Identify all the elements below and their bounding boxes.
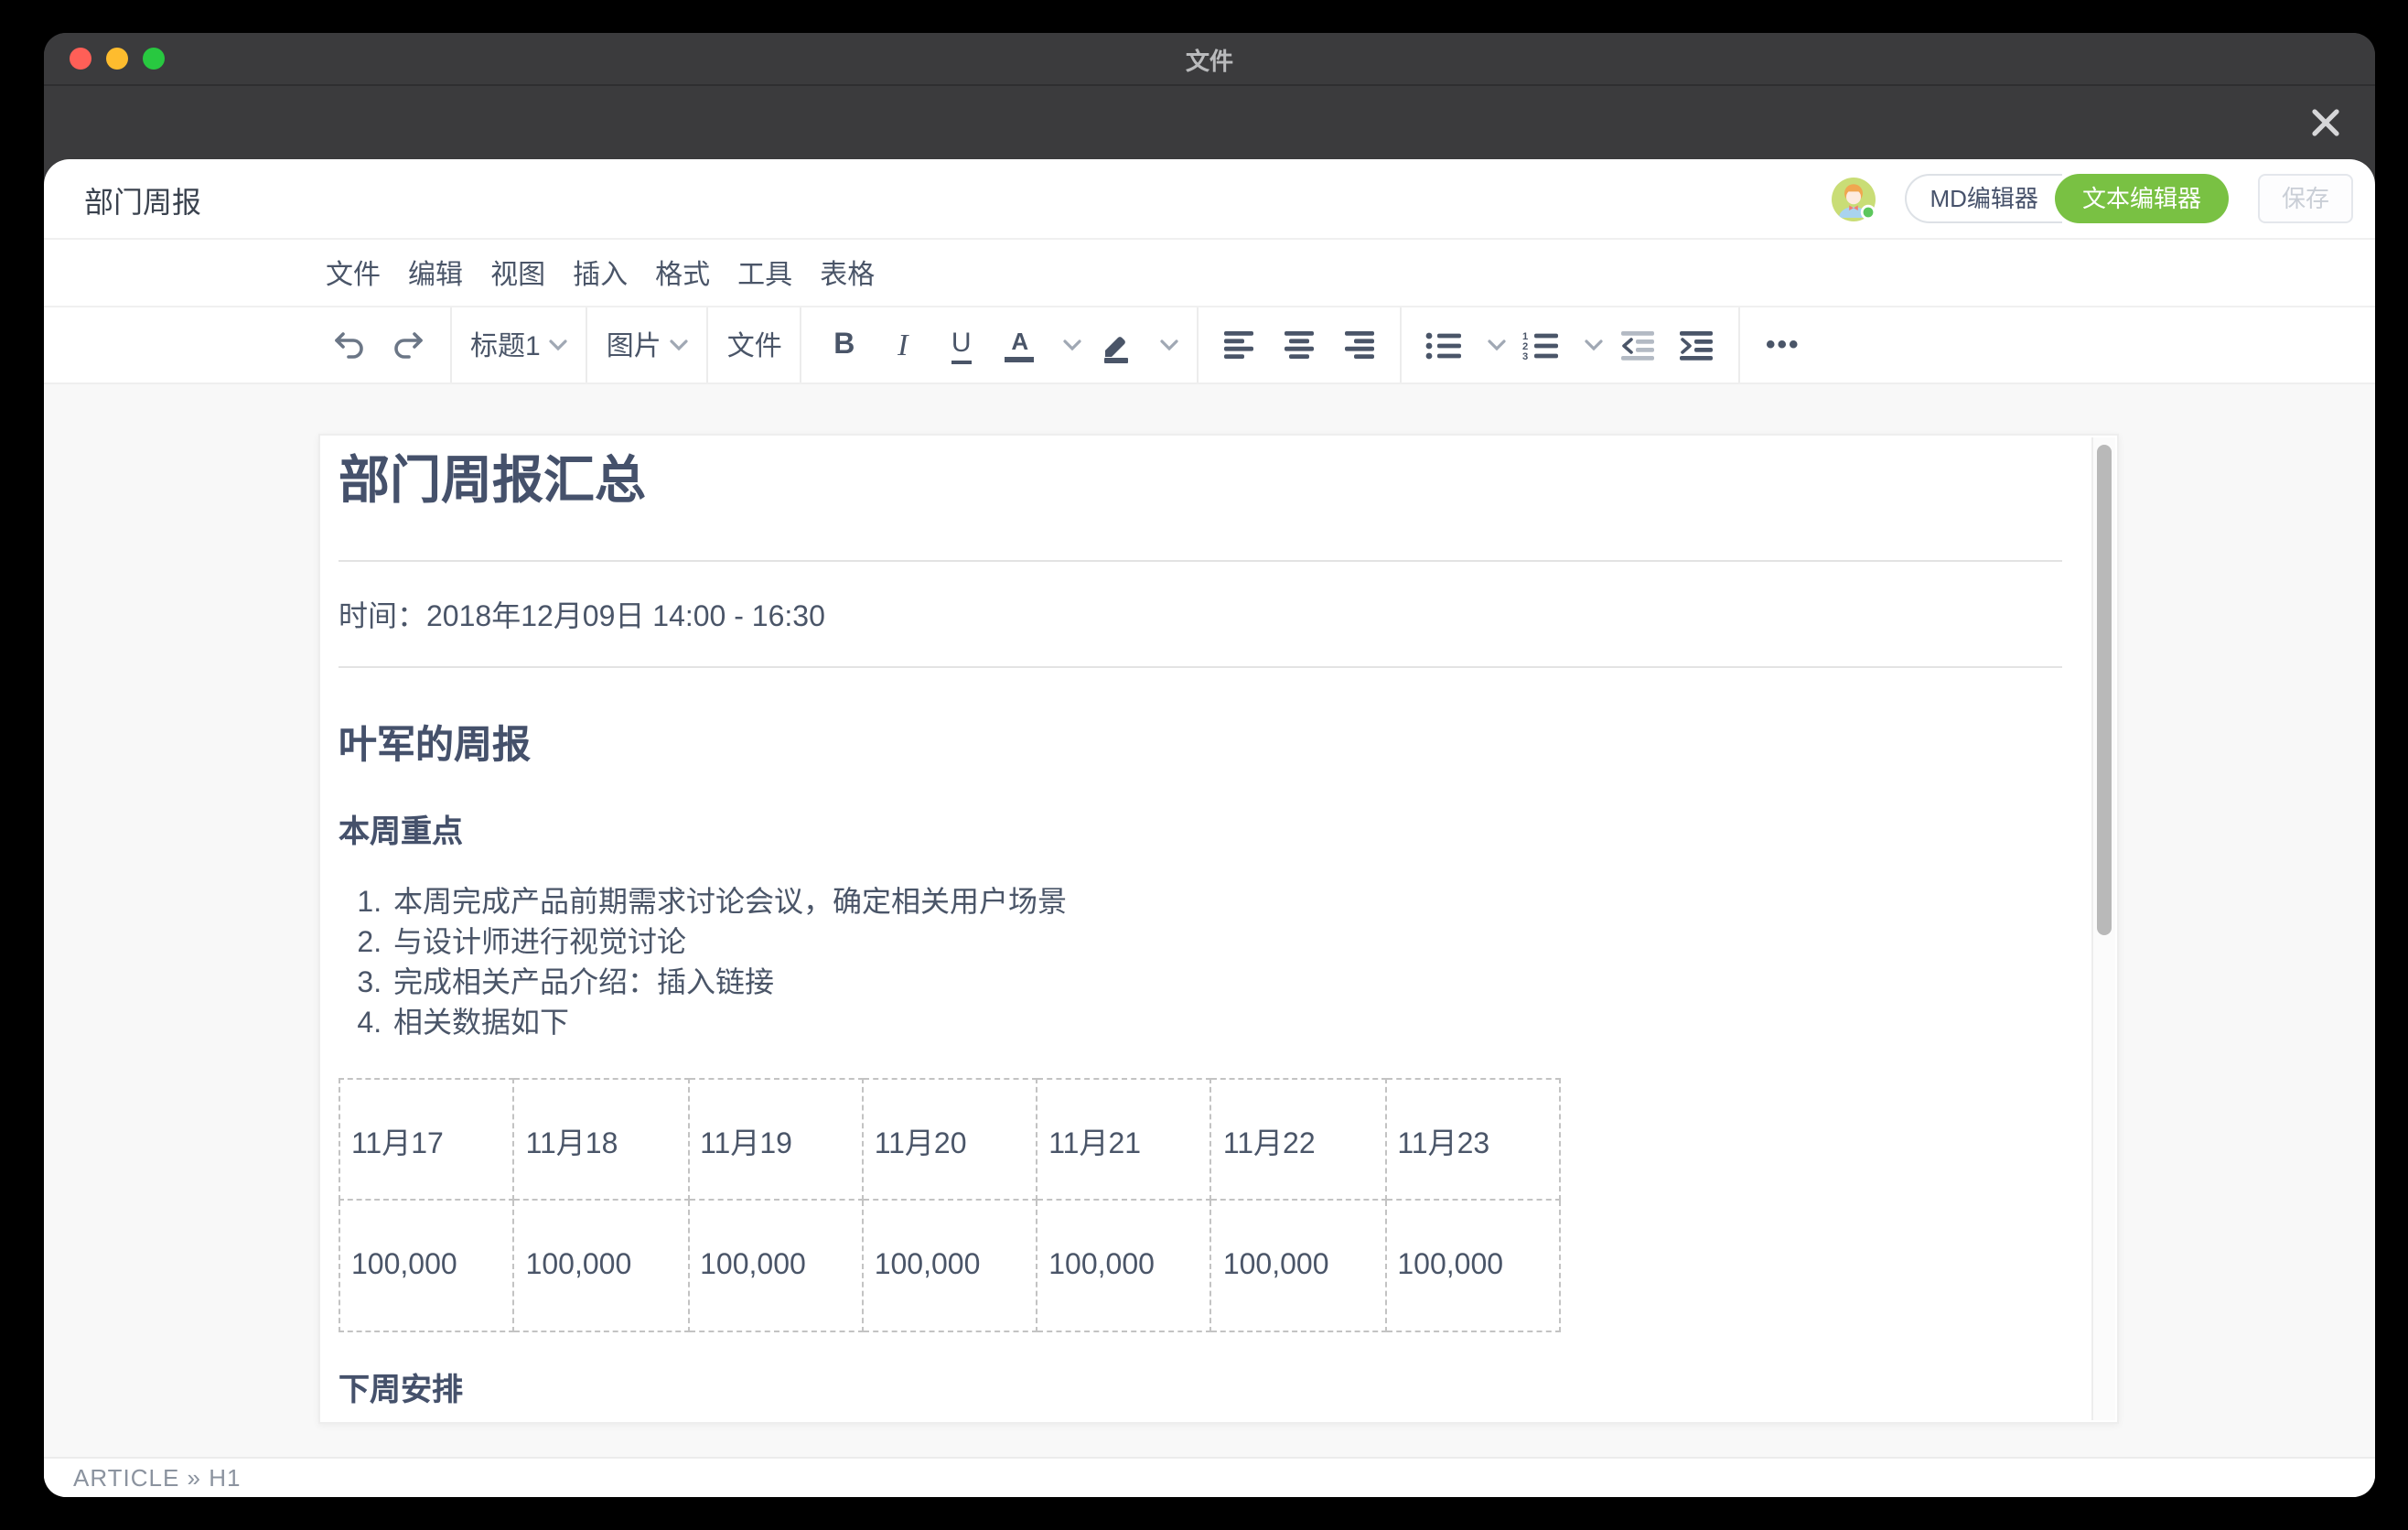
menu-file[interactable]: 文件 [326, 253, 381, 292]
table-cell[interactable]: 100,000 [1037, 1200, 1211, 1331]
scrollbar-thumb[interactable] [2097, 445, 2112, 935]
table-row: 100,000 100,000 100,000 100,000 100,000 … [339, 1200, 1560, 1331]
more-options-button[interactable]: ••• [1759, 318, 1807, 372]
editor-panel: 部门周报 [44, 159, 2375, 1497]
table-cell[interactable]: 11月22 [1211, 1079, 1386, 1200]
dim-overlay [44, 86, 2375, 159]
menu-edit[interactable]: 编辑 [408, 253, 463, 292]
menu-format[interactable]: 格式 [655, 253, 710, 292]
table-cell[interactable]: 11月19 [688, 1079, 863, 1200]
menu-insert[interactable]: 插入 [573, 253, 628, 292]
file-attach-button[interactable]: 文件 [727, 318, 782, 372]
underline-button[interactable]: U [938, 318, 985, 372]
table-cell[interactable]: 100,000 [1211, 1200, 1386, 1331]
align-right-button[interactable] [1335, 318, 1382, 372]
modal-window: 文件 部门周报 [44, 33, 2375, 1497]
bold-button[interactable]: B [821, 318, 868, 372]
avatar[interactable] [1832, 177, 1876, 221]
header-actions: MD编辑器 文本编辑器 保存 [1832, 174, 2354, 223]
table-cell[interactable]: 100,000 [339, 1200, 514, 1331]
doc-h3-week-focus: 本周重点 [339, 814, 2062, 851]
doc-h2: 叶军的周报 [339, 723, 2062, 770]
align-center-button[interactable] [1276, 318, 1324, 372]
table-cell[interactable]: 100,000 [688, 1200, 863, 1331]
highlight-button[interactable] [1093, 318, 1141, 372]
table-cell[interactable]: 11月20 [863, 1079, 1037, 1200]
menu-table[interactable]: 表格 [820, 253, 875, 292]
save-button[interactable]: 保存 [2258, 174, 2353, 223]
divider [339, 666, 2062, 668]
chevron-down-icon[interactable] [1161, 339, 1179, 351]
chevron-down-icon[interactable] [1064, 339, 1082, 351]
italic-button[interactable]: I [879, 318, 927, 372]
titlebar: 文件 [44, 33, 2375, 86]
close-icon[interactable] [2306, 102, 2346, 143]
window-title: 文件 [44, 41, 2375, 76]
table-cell[interactable]: 100,000 [1385, 1200, 1560, 1331]
menubar: 文件 编辑 视图 插入 格式 工具 表格 [44, 240, 2375, 307]
menu-tools[interactable]: 工具 [737, 253, 792, 292]
table-cell[interactable]: 11月17 [339, 1079, 514, 1200]
image-dropdown[interactable]: 图片 [607, 318, 689, 372]
element-path-breadcrumb: ARTICLE » H1 [73, 1464, 242, 1492]
doc-time-line: 时间：2018年12月09日 14:00 - 16:30 [339, 598, 2062, 639]
screen: 文件 部门周报 [0, 0, 2408, 1530]
undo-button[interactable] [326, 318, 373, 372]
doc-h1: 部门周报汇总 [339, 450, 2062, 512]
bullet-list-button[interactable] [1421, 318, 1468, 372]
table-row: 11月17 11月18 11月19 11月20 11月21 11月22 11月2… [339, 1079, 1560, 1200]
table-cell[interactable]: 11月18 [514, 1079, 689, 1200]
divider [339, 560, 2062, 562]
doc-h3-next-week: 下周安排 [339, 1373, 2062, 1409]
doc-header: 部门周报 [44, 159, 2375, 240]
chevron-down-icon [550, 339, 568, 351]
doc-numbered-list: 本周完成产品前期需求讨论会议，确定相关用户场景 与设计师进行视觉讨论 完成相关产… [339, 884, 2062, 1045]
table-cell[interactable]: 100,000 [514, 1200, 689, 1331]
editor-content-area: 部门周报汇总 时间：2018年12月09日 14:00 - 16:30 叶军的周… [44, 384, 2375, 1457]
table-cell[interactable]: 11月21 [1037, 1079, 1211, 1200]
list-item: 完成相关产品介绍：插入链接 [390, 964, 2062, 1005]
outdent-button[interactable] [1615, 318, 1662, 372]
document-page[interactable]: 部门周报汇总 时间：2018年12月09日 14:00 - 16:30 叶军的周… [318, 434, 2119, 1424]
list-item: 相关数据如下 [390, 1005, 2062, 1045]
list-item: 本周完成产品前期需求讨论会议，确定相关用户场景 [390, 884, 2062, 924]
status-bar: ARTICLE » H1 [44, 1457, 2375, 1497]
list-item: 与设计师进行视觉讨论 [390, 924, 2062, 964]
toolbar: 标题1 图片 [44, 307, 2375, 384]
editor-mode-toggle: MD编辑器 文本编辑器 [1905, 174, 2229, 223]
indent-button[interactable] [1673, 318, 1721, 372]
font-color-button[interactable]: A [996, 318, 1044, 372]
numbered-list-button[interactable]: 1 2 3 [1518, 318, 1565, 372]
table-cell[interactable]: 11月23 [1385, 1079, 1560, 1200]
chevron-down-icon[interactable] [1586, 339, 1604, 351]
chevron-down-icon [671, 339, 689, 351]
text-editor-button[interactable]: 文本编辑器 [2055, 174, 2229, 223]
menu-view[interactable]: 视图 [490, 253, 545, 292]
data-table[interactable]: 11月17 11月18 11月19 11月20 11月21 11月22 11月2… [339, 1078, 1561, 1332]
doc-title: 部门周报 [84, 177, 201, 221]
heading-dropdown[interactable]: 标题1 [470, 318, 568, 372]
svg-text:3: 3 [1523, 350, 1529, 360]
redo-button[interactable] [384, 318, 432, 372]
align-left-button[interactable] [1218, 318, 1265, 372]
md-editor-button[interactable]: MD编辑器 [1905, 174, 2062, 223]
scrollbar-track[interactable] [2091, 437, 2115, 1420]
table-cell[interactable]: 100,000 [863, 1200, 1037, 1331]
chevron-down-icon[interactable] [1489, 339, 1507, 351]
